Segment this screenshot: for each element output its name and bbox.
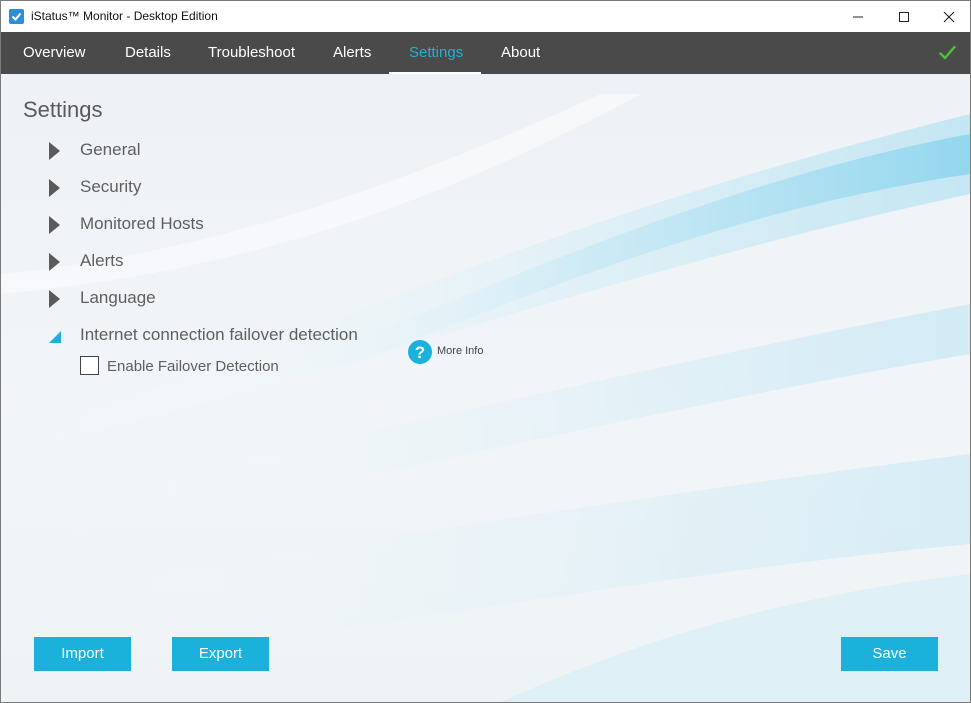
section-monitored-hosts[interactable]: Monitored Hosts xyxy=(47,210,387,238)
more-info-label: More Info xyxy=(437,345,484,357)
page-title: Settings xyxy=(23,97,103,122)
title-bar: iStatus™ Monitor - Desktop Edition xyxy=(1,1,970,32)
close-icon[interactable] xyxy=(926,1,970,32)
enable-failover-checkbox[interactable] xyxy=(80,356,99,375)
settings-content: Settings General Security Monitored Host… xyxy=(1,74,970,702)
expand-arrow-icon xyxy=(47,141,61,166)
question-circle-icon: ? xyxy=(408,340,432,364)
expand-arrow-icon xyxy=(47,252,61,277)
enable-failover-label[interactable]: Enable Failover Detection xyxy=(107,358,279,375)
section-label: Security xyxy=(80,177,142,196)
section-label: Alerts xyxy=(80,251,124,270)
tab-troubleshoot[interactable]: Troubleshoot xyxy=(208,32,295,74)
tab-overview[interactable]: Overview xyxy=(23,32,86,74)
export-button[interactable]: Export xyxy=(172,637,269,671)
section-label: Internet connection failover detection xyxy=(80,325,358,344)
tab-about[interactable]: About xyxy=(501,32,540,74)
green-checkmark-icon xyxy=(939,45,956,66)
background-waves xyxy=(1,94,970,702)
app-window: iStatus™ Monitor - Desktop Edition Overv… xyxy=(0,0,971,703)
window-title: iStatus™ Monitor - Desktop Edition xyxy=(31,9,218,23)
import-button[interactable]: Import xyxy=(34,637,131,671)
collapse-arrow-icon xyxy=(47,326,63,351)
save-button[interactable]: Save xyxy=(841,637,938,671)
section-security[interactable]: Security xyxy=(47,173,387,201)
maximize-icon[interactable] xyxy=(881,1,927,32)
svg-text:?: ? xyxy=(415,343,425,362)
minimize-icon[interactable] xyxy=(835,1,881,32)
section-label: General xyxy=(80,140,141,159)
section-label: Language xyxy=(80,288,156,307)
section-general[interactable]: General xyxy=(47,136,387,164)
tab-details[interactable]: Details xyxy=(125,32,171,74)
main-nav: Overview Details Troubleshoot Alerts Set… xyxy=(1,32,970,74)
expand-arrow-icon xyxy=(47,215,61,240)
app-check-icon xyxy=(9,9,24,24)
tab-settings[interactable]: Settings xyxy=(409,32,463,74)
section-language[interactable]: Language xyxy=(47,284,387,312)
section-failover-detection[interactable]: Internet connection failover detection xyxy=(47,321,377,349)
expand-arrow-icon xyxy=(47,289,61,314)
section-alerts[interactable]: Alerts xyxy=(47,247,387,275)
tab-alerts[interactable]: Alerts xyxy=(333,32,371,74)
expand-arrow-icon xyxy=(47,178,61,203)
section-label: Monitored Hosts xyxy=(80,214,204,233)
